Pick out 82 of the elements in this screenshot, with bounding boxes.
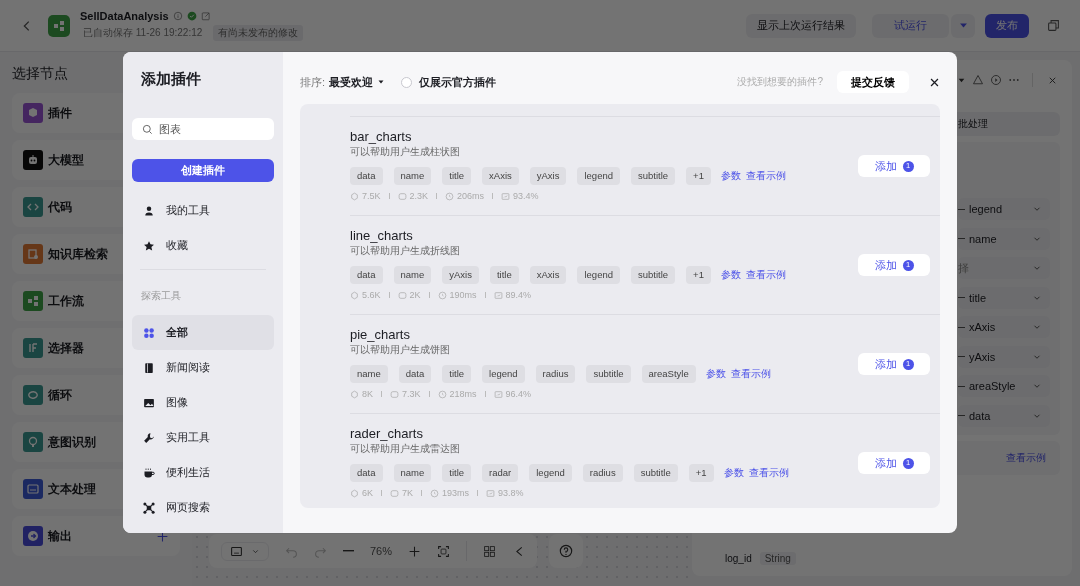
param-tag: subtitle: [586, 365, 631, 383]
param-tag: name: [393, 266, 432, 284]
param-tag: subtitle: [631, 266, 676, 284]
zoom-level: 76%: [370, 545, 393, 557]
usage-count: 5.6K: [362, 290, 381, 300]
plugin-description: 可以帮助用户生成柱状图: [350, 145, 461, 159]
last-run-button[interactable]: 显示上次运行结果: [746, 13, 856, 38]
success-rate: 96.4%: [505, 389, 532, 399]
params-link[interactable]: 参数: [723, 466, 744, 480]
dialog-title: 添加插件: [140, 69, 202, 89]
param-tag: areaStyle: [641, 365, 696, 383]
comment-count: 2K: [409, 290, 421, 300]
sort-dropdown[interactable]: 最受欢迎: [329, 74, 386, 90]
success-rate: 89.4%: [505, 290, 532, 300]
param-tag: radius: [582, 464, 623, 482]
latency: 190ms: [449, 290, 477, 300]
params-link[interactable]: 参数: [720, 169, 741, 183]
comment-count: 7.3K: [402, 389, 421, 399]
param-tag: +1: [686, 167, 711, 185]
param-tag: radar: [482, 464, 519, 482]
success-rate: 93.8%: [498, 488, 524, 498]
test-run-button[interactable]: 试运行: [872, 13, 949, 38]
param-tag: legend: [529, 464, 572, 482]
plugin-description: 可以帮助用户生成饼图: [350, 343, 451, 357]
param-tag: radius: [535, 365, 576, 383]
param-tag: name: [393, 464, 432, 482]
param-tag: name: [393, 167, 432, 185]
category-item[interactable]: 全部: [132, 315, 274, 350]
latency: 193ms: [442, 488, 470, 498]
comment-count: 7K: [402, 488, 414, 498]
param-tag: subtitle: [631, 167, 676, 185]
view-example-link[interactable]: 查看示例: [745, 268, 786, 282]
param-tag: +1: [688, 464, 714, 482]
usage-count: 8K: [362, 389, 373, 399]
param-tag: legend: [577, 266, 620, 284]
app-title: SellDataAnalysis: [80, 10, 169, 22]
param-tag: yAxis: [529, 167, 567, 185]
official-only-radio[interactable]: 仅展示官方插件: [401, 74, 497, 90]
param-tag: name: [350, 365, 388, 383]
param-tag: yAxis: [442, 266, 479, 284]
param-tag: data: [350, 167, 383, 185]
plugin-description: 可以帮助用户生成折线图: [350, 244, 461, 258]
param-tag: legend: [482, 365, 525, 383]
param-tag: data: [350, 266, 383, 284]
plugin-name: rader_charts: [350, 426, 424, 442]
output-type: String: [759, 551, 796, 565]
section-label: 探索工具: [140, 289, 182, 303]
usage-count: 6K: [362, 488, 373, 498]
plugin-name: bar_charts: [350, 129, 413, 145]
param-tag: data: [350, 464, 383, 482]
create-plugin-button[interactable]: 创建插件: [132, 159, 274, 182]
param-tag: subtitle: [633, 464, 678, 482]
params-link[interactable]: 参数: [705, 367, 726, 381]
output-name: log_id: [725, 552, 752, 564]
param-tag: data: [398, 365, 432, 383]
view-example-link[interactable]: 查看示例: [745, 169, 786, 183]
param-tag: title: [442, 365, 472, 383]
param-tag: xAxis: [529, 266, 567, 284]
view-example-link[interactable]: 查看示例: [1006, 450, 1046, 465]
latency: 218ms: [449, 389, 477, 399]
feedback-button[interactable]: 提交反馈: [837, 71, 909, 93]
comment-count: 2.3K: [409, 191, 429, 201]
param-tag: title: [442, 464, 472, 482]
param-tag: title: [489, 266, 519, 284]
param-tag: legend: [577, 167, 620, 185]
view-example-link[interactable]: 查看示例: [730, 367, 771, 381]
latency: 206ms: [457, 191, 485, 201]
success-rate: 93.4%: [513, 191, 539, 201]
hint-text: 没找到想要的插件?: [737, 75, 823, 89]
plugin-name: line_charts: [350, 228, 414, 244]
param-tag: title: [442, 167, 472, 185]
plugin-description: 可以帮助用户生成雷达图: [350, 442, 461, 456]
sort-label: 排序:: [300, 74, 326, 90]
publish-button[interactable]: 发布: [985, 13, 1029, 38]
search-field[interactable]: 图表: [132, 118, 274, 140]
usage-count: 7.5K: [362, 191, 381, 201]
panel-title: 选择节点: [12, 64, 68, 82]
param-tag: +1: [686, 266, 711, 284]
plugin-name: pie_charts: [350, 327, 411, 343]
params-link[interactable]: 参数: [720, 268, 741, 282]
view-example-link[interactable]: 查看示例: [748, 466, 789, 480]
param-tag: xAxis: [482, 167, 519, 185]
